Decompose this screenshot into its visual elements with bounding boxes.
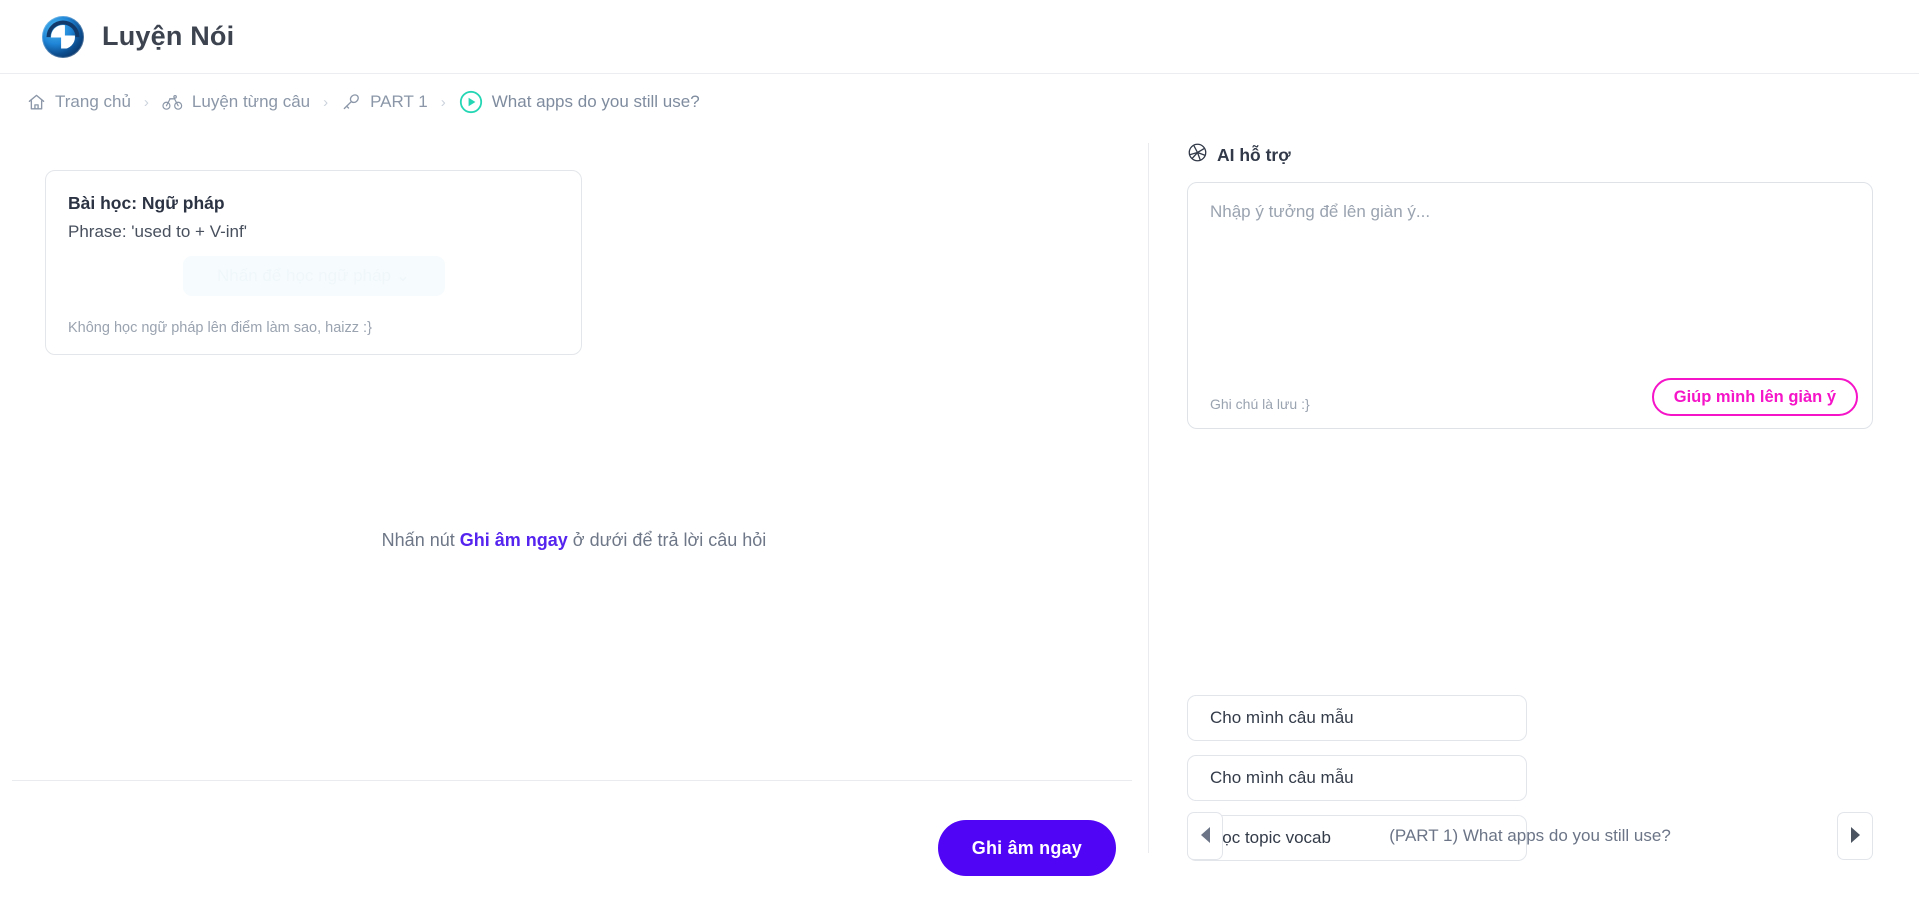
generate-outline-button[interactable]: Giúp mình lên giàn ý (1651, 378, 1858, 416)
record-now-button[interactable]: Ghi âm ngay (937, 820, 1116, 876)
grammar-lesson-card: Bài học: Ngữ pháp Phrase: 'used to + V-i… (45, 170, 582, 355)
record-hint-highlight: Ghi âm ngay (459, 530, 568, 550)
breadcrumb-label-practice: Luyện từng câu (191, 92, 311, 111)
breadcrumb-separator-1: › (143, 93, 149, 111)
chevron-right-icon (1848, 826, 1863, 847)
microphone-icon (341, 92, 361, 112)
record-hint: Nhấn nút Ghi âm ngay ở dưới để trả lời c… (0, 530, 1148, 551)
breadcrumb-item-part[interactable]: PART 1 (341, 92, 428, 112)
swirl-s-logo-icon (42, 15, 84, 58)
record-hint-before: Nhấn nút (381, 530, 460, 550)
question-navigation: (PART 1) What apps do you still use? (1187, 812, 1873, 860)
breadcrumb-separator-3: › (440, 93, 446, 111)
learn-grammar-button[interactable]: Nhấn để học ngữ pháp ⌄ (182, 256, 445, 296)
breadcrumb: Trang chủ › Luyện từng câu › PART 1 › Wh… (0, 74, 1919, 130)
chevron-left-icon (1198, 826, 1213, 847)
grammar-card-note: Không học ngữ pháp lên điểm làm sao, hai… (68, 320, 372, 336)
main-content: Bài học: Ngữ pháp Phrase: 'used to + V-i… (0, 130, 1919, 897)
ai-panel-title: AI hỗ trợ (1217, 144, 1291, 165)
ai-idea-input-box[interactable]: Nhập ý tưởng để lên giàn ý... Ghi chú là… (1187, 182, 1873, 429)
bicycle-icon (162, 93, 183, 112)
next-question-button[interactable] (1837, 812, 1873, 860)
grammar-card-phrase: Phrase: 'used to + V-inf' (68, 222, 247, 241)
ai-assistant-pane: AI hỗ trợ Nhập ý tưởng để lên giàn ý... … (1149, 130, 1919, 897)
ai-panel-header: AI hỗ trợ (1187, 142, 1873, 168)
home-icon (27, 93, 46, 112)
left-pane-divider (12, 780, 1132, 781)
breadcrumb-item-home[interactable]: Trang chủ (27, 92, 131, 112)
breadcrumb-label-question: What apps do you still use? (491, 92, 700, 111)
play-circle-icon[interactable] (459, 90, 483, 114)
aperture-icon (1187, 142, 1208, 168)
breadcrumb-item-practice[interactable]: Luyện từng câu (162, 92, 310, 112)
suggestion-chip-sample-2[interactable]: Cho mình câu mẫu (1187, 755, 1527, 801)
ai-note-hint: Ghi chú là lưu :} (1210, 396, 1310, 412)
grammar-card-title: Bài học: Ngữ pháp (68, 193, 225, 213)
breadcrumb-separator-2: › (323, 93, 329, 111)
previous-question-button[interactable] (1187, 812, 1223, 860)
ai-idea-input-placeholder[interactable]: Nhập ý tưởng để lên giàn ý... (1210, 202, 1850, 222)
breadcrumb-item-question[interactable]: What apps do you still use? (459, 90, 700, 114)
breadcrumb-label-home: Trang chủ (55, 92, 131, 111)
suggestion-chip-sample-1[interactable]: Cho mình câu mẫu (1187, 695, 1527, 741)
record-button-row: Ghi âm ngay (937, 820, 1116, 876)
current-question-label: (PART 1) What apps do you still use? (1389, 826, 1671, 845)
app-title: Luyện Nói (102, 21, 235, 51)
breadcrumb-label-part: PART 1 (370, 92, 428, 111)
record-hint-after: ở dưới để trả lời câu hỏi (567, 530, 767, 550)
left-pane: Bài học: Ngữ pháp Phrase: 'used to + V-i… (0, 130, 1148, 897)
app-header: Luyện Nói (0, 0, 1919, 74)
